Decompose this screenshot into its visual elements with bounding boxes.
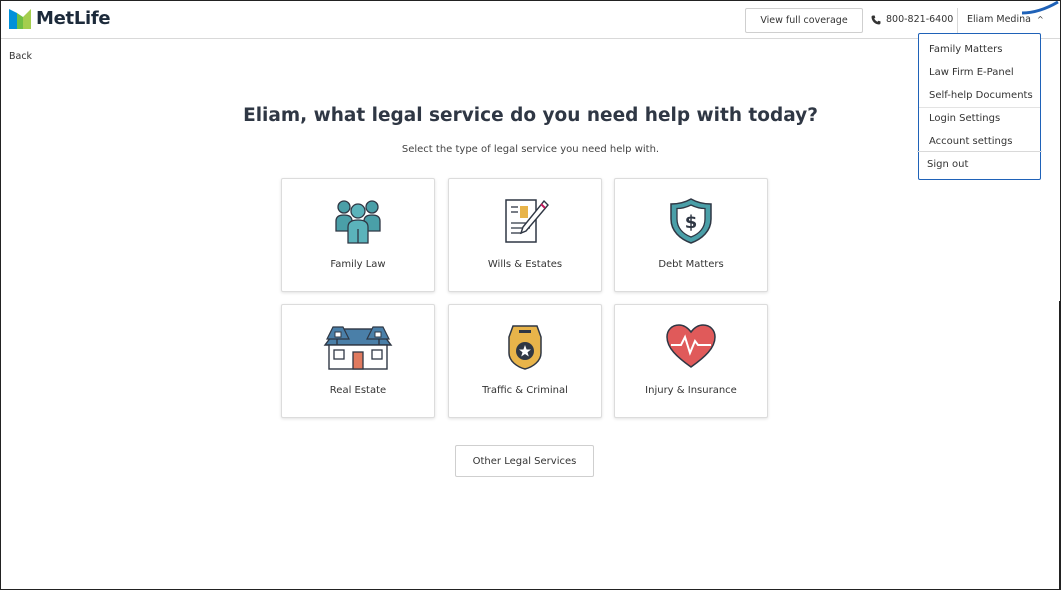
phone-icon bbox=[871, 15, 881, 24]
heart-pulse-icon bbox=[666, 324, 716, 368]
card-label: Family Law bbox=[330, 259, 386, 270]
user-menu-toggle[interactable]: Eliam Medina ^ bbox=[967, 14, 1044, 25]
card-label: Injury & Insurance bbox=[645, 385, 737, 396]
back-link[interactable]: Back bbox=[9, 51, 32, 62]
dollar-shield-icon: $ bbox=[670, 198, 712, 244]
chevron-up-icon: ^ bbox=[1036, 15, 1044, 24]
card-traffic-criminal[interactable]: Traffic & Criminal bbox=[448, 304, 602, 418]
card-label: Traffic & Criminal bbox=[482, 385, 568, 396]
menu-item-law-firm-e-panel[interactable]: Law Firm E-Panel bbox=[929, 67, 1014, 78]
card-wills-estates[interactable]: Wills & Estates bbox=[448, 178, 602, 292]
svg-text:$: $ bbox=[685, 212, 698, 233]
menu-item-family-matters[interactable]: Family Matters bbox=[929, 44, 1002, 55]
menu-signout-row: Sign out bbox=[917, 151, 1042, 181]
top-header: MetLife View full coverage 800-821-6400 … bbox=[1, 1, 1060, 39]
page-subtitle: Select the type of legal service you nee… bbox=[401, 144, 660, 155]
card-real-estate[interactable]: Real Estate bbox=[281, 304, 435, 418]
metlife-logo-icon bbox=[9, 8, 31, 29]
card-debt-matters[interactable]: $ Debt Matters bbox=[614, 178, 768, 292]
sign-out-button[interactable]: Sign out bbox=[927, 159, 968, 170]
family-icon bbox=[335, 200, 381, 244]
card-label: Real Estate bbox=[329, 385, 387, 396]
window-edge bbox=[1059, 301, 1060, 590]
user-name: Eliam Medina bbox=[967, 14, 1031, 25]
header-divider bbox=[957, 8, 958, 33]
card-label: Wills & Estates bbox=[487, 259, 563, 270]
other-legal-services-button[interactable]: Other Legal Services bbox=[455, 445, 594, 477]
page-title: Eliam, what legal service do you need he… bbox=[243, 105, 818, 126]
card-injury-insurance[interactable]: Injury & Insurance bbox=[614, 304, 768, 418]
card-label: Debt Matters bbox=[658, 259, 724, 270]
view-full-coverage-button[interactable]: View full coverage bbox=[745, 8, 863, 33]
brand-name: MetLife bbox=[36, 8, 111, 29]
house-icon bbox=[323, 326, 393, 370]
card-family-law[interactable]: Family Law bbox=[281, 178, 435, 292]
menu-item-self-help-documents[interactable]: Self-help Documents bbox=[929, 90, 1033, 101]
document-pen-icon bbox=[505, 199, 549, 243]
metlife-logo[interactable]: MetLife bbox=[9, 8, 111, 29]
phone-link[interactable]: 800-821-6400 bbox=[871, 14, 953, 25]
phone-number: 800-821-6400 bbox=[886, 14, 954, 25]
corner-arrow-icon bbox=[1021, 1, 1059, 15]
police-badge-icon bbox=[508, 325, 542, 370]
